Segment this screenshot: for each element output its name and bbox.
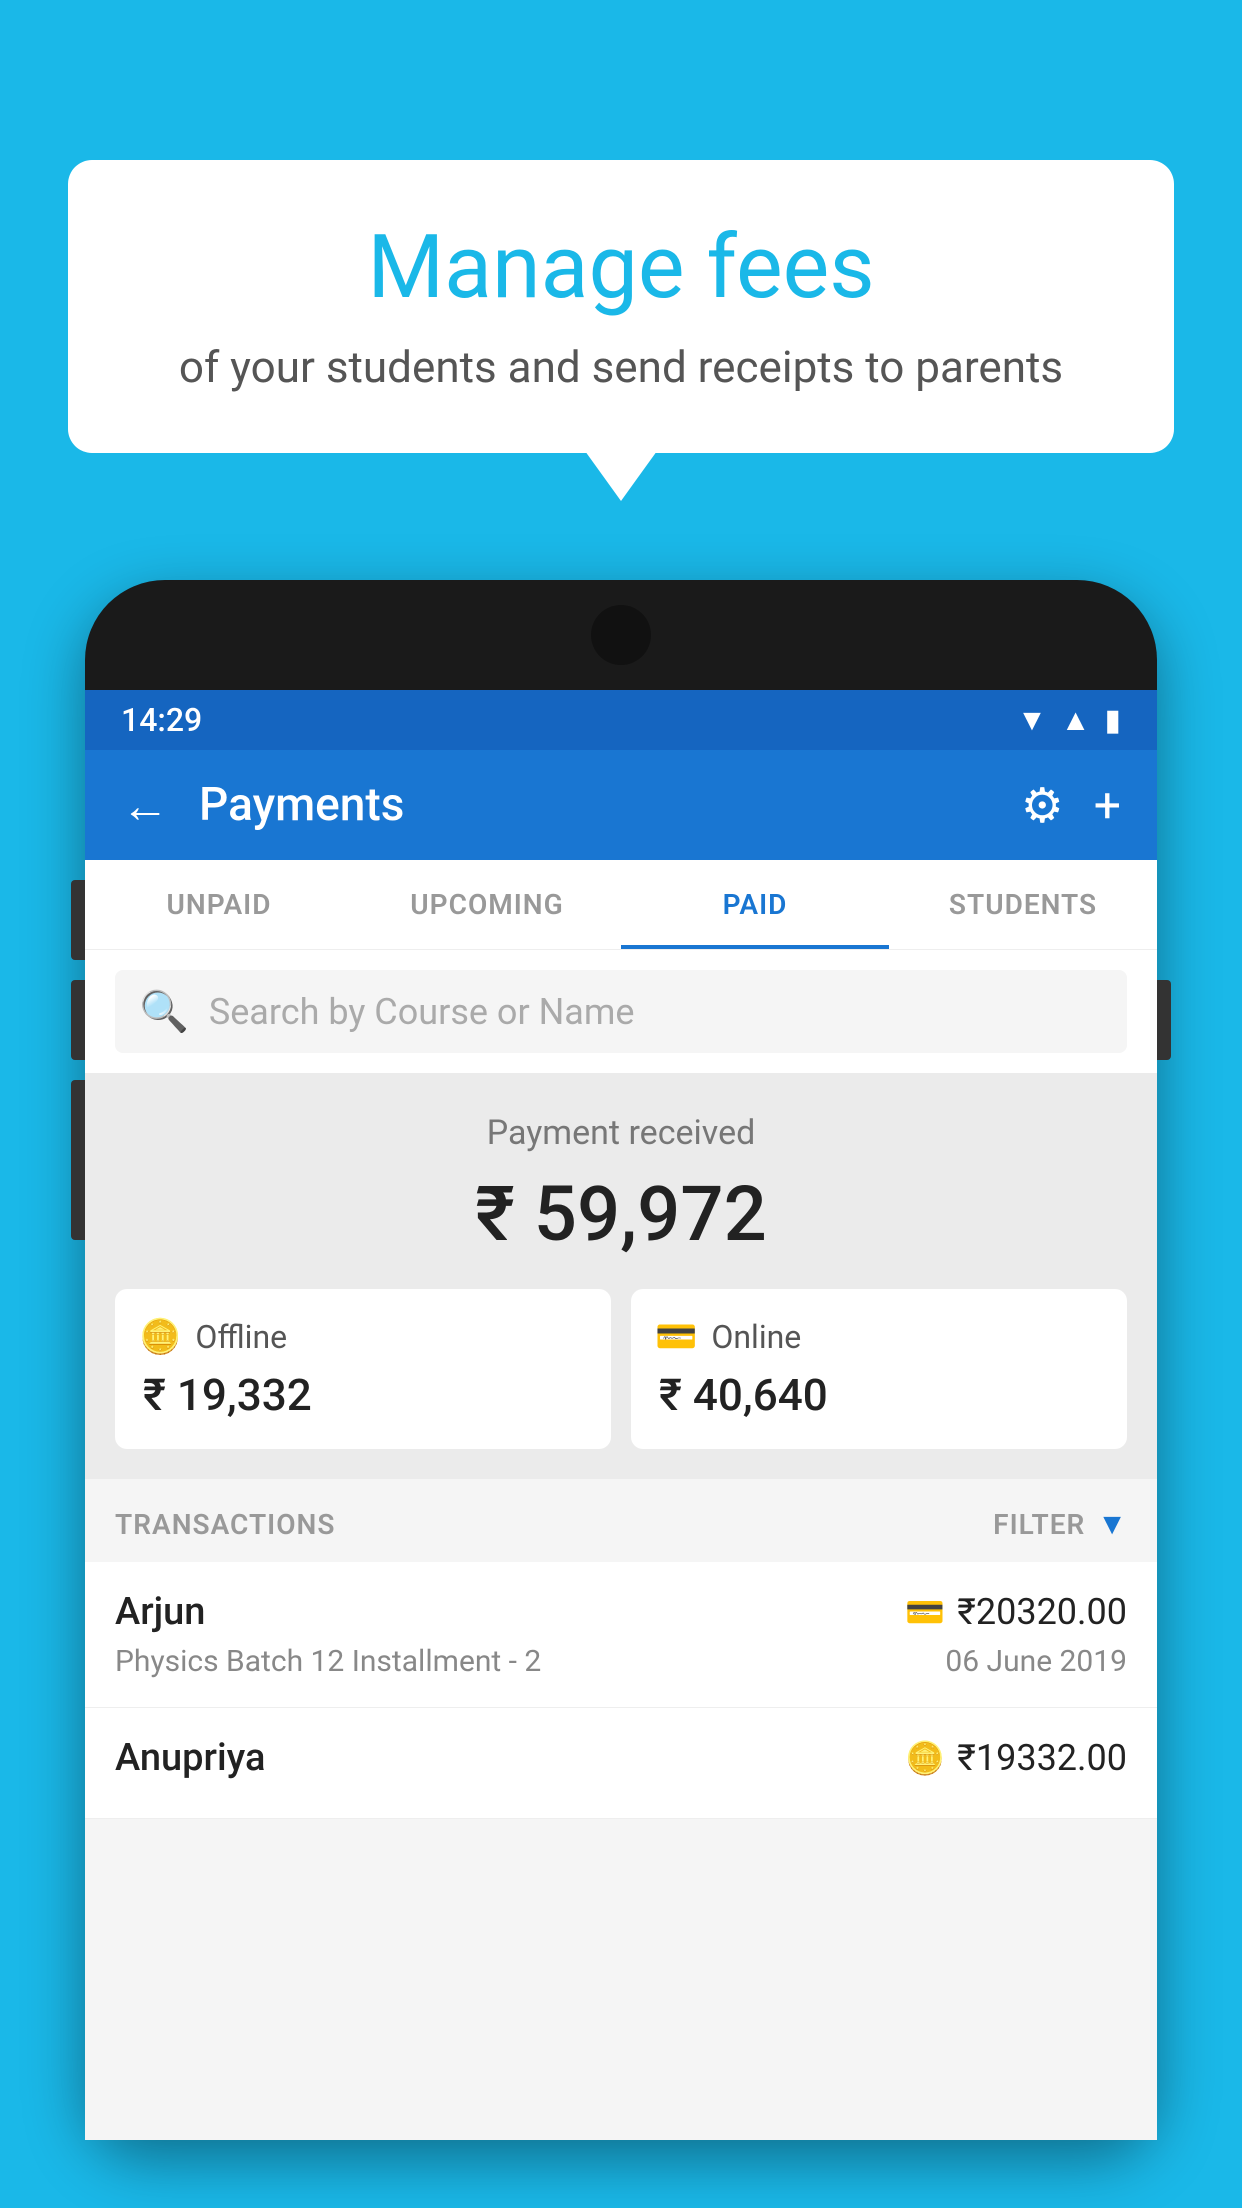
- side-button[interactable]: [1157, 980, 1171, 1060]
- tabs-container: UNPAID UPCOMING PAID STUDENTS: [85, 860, 1157, 950]
- transaction-amount: ₹20320.00: [957, 1591, 1127, 1633]
- add-button[interactable]: +: [1094, 777, 1121, 834]
- table-row[interactable]: Arjun 💳 ₹20320.00 Physics Batch 12 Insta…: [85, 1562, 1157, 1708]
- transactions-header: TRANSACTIONS FILTER ▼: [85, 1479, 1157, 1562]
- status-bar: 14:29 ▼ ▲ ▮: [85, 690, 1157, 750]
- tab-paid[interactable]: PAID: [621, 860, 889, 949]
- filter-icon: ▼: [1097, 1507, 1127, 1542]
- tab-unpaid[interactable]: UNPAID: [85, 860, 353, 949]
- battery-icon: ▮: [1104, 703, 1121, 738]
- transaction-name: Arjun: [115, 1590, 205, 1634]
- transaction-row-top: Arjun 💳 ₹20320.00: [115, 1590, 1127, 1634]
- tab-upcoming[interactable]: UPCOMING: [353, 860, 621, 949]
- transaction-date: 06 June 2019: [945, 1644, 1127, 1679]
- online-icon: 💳: [655, 1317, 697, 1357]
- right-buttons: [1157, 980, 1171, 1060]
- online-label: Online: [711, 1318, 801, 1356]
- payment-summary: Payment received ₹ 59,972 🪙 Offline ₹ 19…: [85, 1073, 1157, 1479]
- transaction-row-top-2: Anupriya 🪙 ₹19332.00: [115, 1736, 1127, 1780]
- offline-card: 🪙 Offline ₹ 19,332: [115, 1289, 611, 1449]
- status-time: 14:29: [121, 701, 202, 739]
- payment-type-icon: 💳: [905, 1593, 945, 1631]
- wifi-icon: ▼: [1017, 703, 1047, 738]
- transaction-amount-2: ₹19332.00: [957, 1737, 1127, 1779]
- bubble-subtitle: of your students and send receipts to pa…: [108, 341, 1134, 393]
- offline-card-header: 🪙 Offline: [139, 1317, 287, 1357]
- app-bar-title: Payments: [199, 778, 991, 832]
- power-button[interactable]: [71, 1080, 85, 1240]
- offline-label: Offline: [195, 1318, 287, 1356]
- online-card: 💳 Online ₹ 40,640: [631, 1289, 1127, 1449]
- bubble-title: Manage fees: [108, 220, 1134, 317]
- table-row[interactable]: Anupriya 🪙 ₹19332.00: [85, 1708, 1157, 1819]
- transaction-row-bottom: Physics Batch 12 Installment - 2 06 June…: [115, 1644, 1127, 1679]
- speech-bubble: Manage fees of your students and send re…: [68, 160, 1174, 453]
- phone-body: 14:29 ▼ ▲ ▮ ← Payments ⚙ + UNPAID UPCOMI…: [85, 580, 1157, 2140]
- back-button[interactable]: ←: [121, 777, 169, 834]
- phone-notch: [591, 605, 651, 665]
- tab-students[interactable]: STUDENTS: [889, 860, 1157, 949]
- settings-button[interactable]: ⚙: [1021, 777, 1064, 834]
- filter-container[interactable]: FILTER ▼: [993, 1507, 1127, 1542]
- search-container: 🔍 Search by Course or Name: [85, 950, 1157, 1073]
- transaction-name-2: Anupriya: [115, 1736, 265, 1780]
- signal-icon: ▲: [1061, 703, 1091, 738]
- phone-top-bezel: [85, 580, 1157, 690]
- offline-amount: ₹ 19,332: [139, 1369, 312, 1421]
- filter-label: FILTER: [993, 1508, 1085, 1541]
- payment-type-icon-2: 🪙: [905, 1739, 945, 1777]
- search-bar[interactable]: 🔍 Search by Course or Name: [115, 970, 1127, 1053]
- left-buttons: [71, 880, 85, 1240]
- online-card-header: 💳 Online: [655, 1317, 801, 1357]
- phone-container: 14:29 ▼ ▲ ▮ ← Payments ⚙ + UNPAID UPCOMI…: [85, 580, 1157, 2208]
- search-input[interactable]: Search by Course or Name: [209, 991, 635, 1033]
- search-icon: 🔍: [139, 988, 189, 1035]
- offline-icon: 🪙: [139, 1317, 181, 1357]
- screen-content: 🔍 Search by Course or Name Payment recei…: [85, 950, 1157, 2140]
- transactions-label: TRANSACTIONS: [115, 1508, 335, 1541]
- payment-total: ₹ 59,972: [115, 1169, 1127, 1259]
- transaction-list: Arjun 💳 ₹20320.00 Physics Batch 12 Insta…: [85, 1562, 1157, 1819]
- transaction-amount-container-2: 🪙 ₹19332.00: [905, 1737, 1127, 1779]
- speech-bubble-container: Manage fees of your students and send re…: [68, 160, 1174, 453]
- app-bar: ← Payments ⚙ +: [85, 750, 1157, 860]
- payment-label: Payment received: [115, 1113, 1127, 1153]
- online-amount: ₹ 40,640: [655, 1369, 828, 1421]
- payment-cards: 🪙 Offline ₹ 19,332 💳 Online ₹ 40,640: [115, 1289, 1127, 1449]
- status-icons: ▼ ▲ ▮: [1017, 703, 1121, 738]
- transaction-amount-container: 💳 ₹20320.00: [905, 1591, 1127, 1633]
- volume-up-button[interactable]: [71, 880, 85, 960]
- transaction-course: Physics Batch 12 Installment - 2: [115, 1644, 541, 1679]
- volume-down-button[interactable]: [71, 980, 85, 1060]
